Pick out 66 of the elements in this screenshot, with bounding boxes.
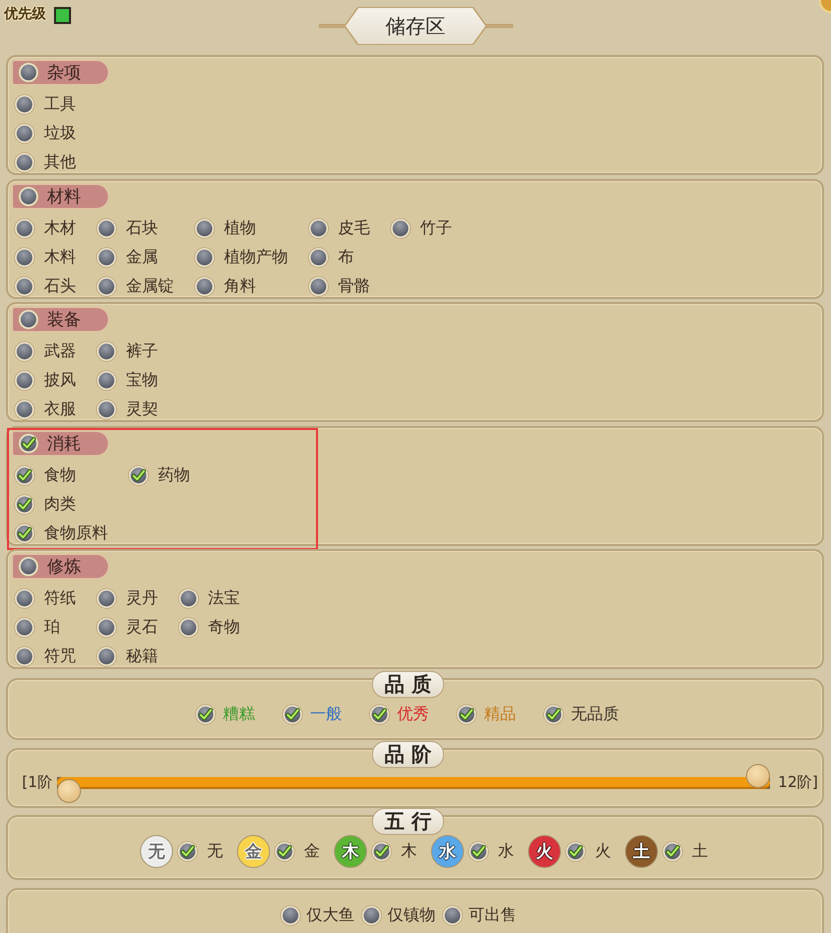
category-option[interactable]: 珀 (14, 613, 76, 642)
category-option[interactable]: 布 (308, 242, 370, 272)
category-option[interactable]: 法宝 (178, 584, 240, 613)
category-option[interactable]: 木料 (14, 242, 76, 272)
category-option[interactable]: 竹子 (390, 214, 452, 242)
category-option[interactable]: 宝物 (96, 366, 158, 395)
category-option[interactable]: 肉类 (14, 490, 108, 518)
round-ornament-icon (819, 0, 831, 13)
filter-option[interactable]: 可出售 (442, 904, 516, 926)
category-option[interactable]: 食物 (14, 460, 108, 490)
category-option[interactable]: 符纸 (14, 584, 76, 613)
element-option[interactable]: 木 (371, 841, 417, 862)
element-badge: 水 (431, 835, 464, 868)
section-title: 品 质 (372, 671, 444, 698)
category-header[interactable]: 装备 (12, 307, 109, 332)
category-option[interactable]: 骨骼 (308, 272, 370, 300)
quality-option[interactable]: 无品质 (543, 700, 619, 728)
category-option[interactable]: 石头 (14, 272, 76, 300)
category-header[interactable]: 杂项 (12, 60, 109, 85)
category-option[interactable]: 符咒 (14, 642, 76, 671)
category-option[interactable]: 衣服 (14, 395, 76, 424)
category-header[interactable]: 修炼 (12, 554, 109, 579)
category-option[interactable]: 角料 (194, 272, 288, 300)
category-option[interactable]: 裤子 (96, 337, 158, 366)
filter-option[interactable]: 仅镇物 (360, 904, 436, 926)
priority-square-icon[interactable] (54, 7, 71, 24)
element-option[interactable]: 火 (565, 841, 611, 862)
slider-max-label: 12阶] (778, 773, 818, 792)
category-option[interactable]: 垃圾 (14, 119, 76, 148)
element-badge: 无 (140, 835, 173, 868)
category-option[interactable]: 秘籍 (96, 642, 158, 671)
category-option[interactable]: 奇物 (178, 613, 240, 642)
category-option[interactable]: 食物原料 (14, 518, 108, 548)
category-option[interactable]: 药物 (128, 460, 190, 490)
window-title: 储存区 (346, 8, 486, 44)
category-option[interactable]: 植物产物 (194, 242, 288, 272)
category-option[interactable]: 石块 (96, 214, 174, 242)
category-option[interactable]: 植物 (194, 214, 288, 242)
category-option[interactable]: 金属 (96, 242, 174, 272)
slider-thumb[interactable] (746, 764, 770, 788)
slider-min-label: [1阶 (22, 773, 52, 792)
element-badge: 土 (625, 835, 658, 868)
tier-range-slider[interactable] (57, 762, 770, 802)
element-option[interactable]: 水 (468, 841, 514, 862)
category-option[interactable]: 灵契 (96, 395, 158, 424)
element-option[interactable]: 金 (274, 841, 320, 862)
priority-label: 优先级 (4, 5, 46, 23)
category-option[interactable]: 其他 (14, 148, 76, 177)
category-option[interactable]: 武器 (14, 337, 76, 366)
category-option[interactable]: 木材 (14, 214, 76, 242)
category-option[interactable]: 工具 (14, 90, 76, 119)
section-title: 品 阶 (372, 741, 444, 768)
element-badge: 木 (334, 835, 367, 868)
element-option[interactable]: 土 (662, 841, 708, 862)
filter-option[interactable]: 仅大鱼 (280, 904, 354, 926)
category-option[interactable]: 皮毛 (308, 214, 370, 242)
category-option[interactable]: 披风 (14, 366, 76, 395)
element-badge: 金 (237, 835, 270, 868)
category-header[interactable]: 消耗 (12, 430, 109, 456)
section-title: 五 行 (372, 808, 444, 835)
category-option[interactable]: 灵石 (96, 613, 158, 642)
category-header[interactable]: 材料 (12, 184, 109, 208)
category-option[interactable]: 金属锭 (96, 272, 174, 300)
element-badge: 火 (528, 835, 561, 868)
element-option[interactable]: 无 (177, 841, 223, 862)
category-option[interactable]: 灵丹 (96, 584, 158, 613)
